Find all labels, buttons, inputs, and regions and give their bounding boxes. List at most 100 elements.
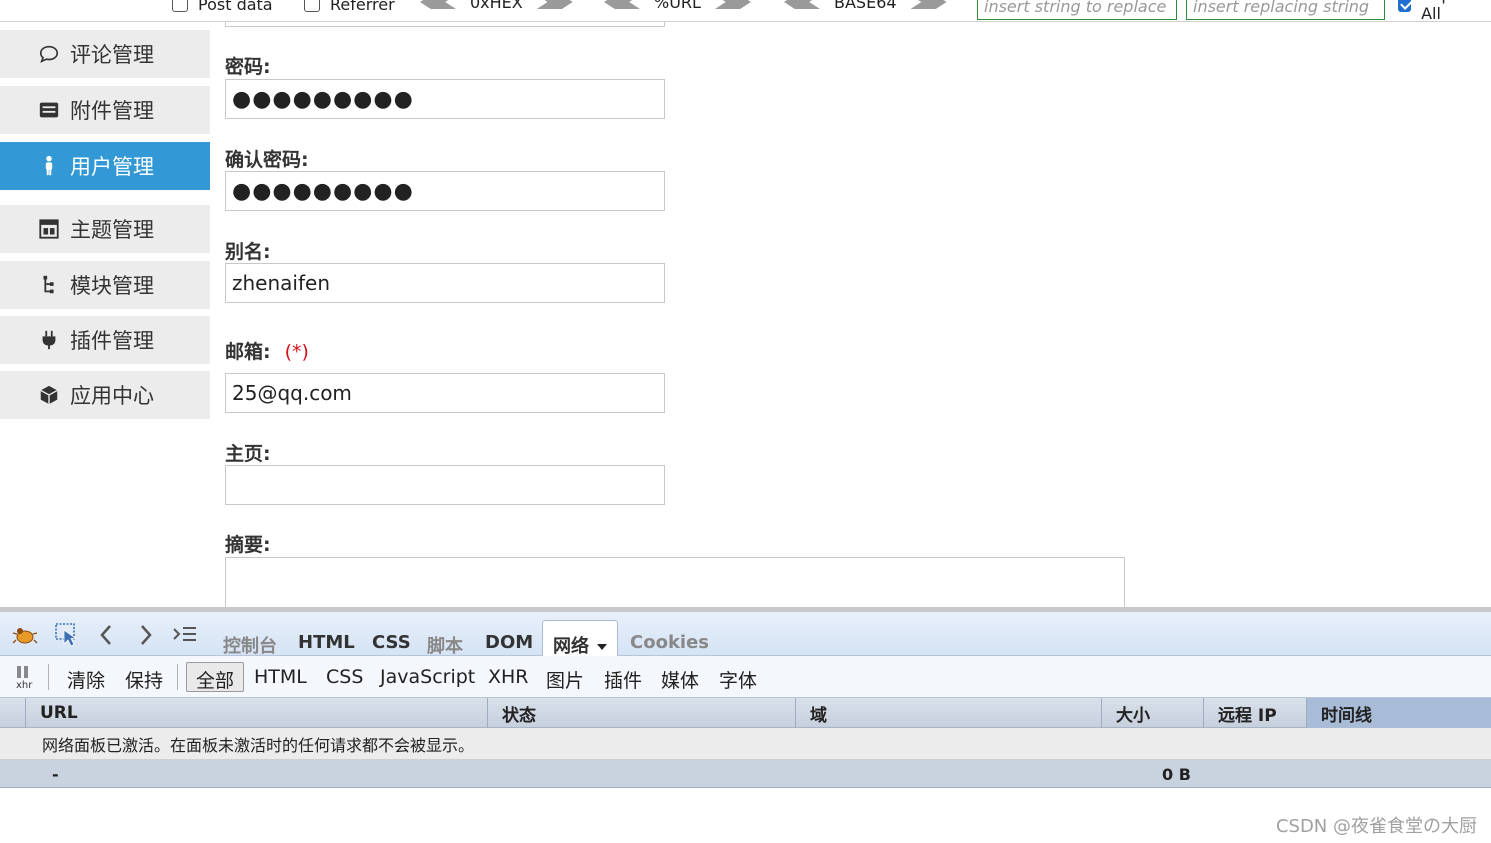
- arrow-left-icon[interactable]: [784, 0, 820, 9]
- net-summary-row: - 0 B: [0, 760, 1491, 788]
- referrer-checkbox-box[interactable]: [304, 0, 320, 12]
- tab-cookies[interactable]: Cookies: [630, 632, 709, 653]
- required-marker: (*): [284, 341, 309, 363]
- homepage-label: 主页:: [225, 443, 271, 465]
- tab-script[interactable]: 脚本: [427, 632, 463, 658]
- chevron-down-icon[interactable]: [597, 644, 607, 650]
- sidebar-item-modules[interactable]: 模块管理: [0, 261, 210, 309]
- sidebar-item-themes[interactable]: 主题管理: [0, 205, 210, 253]
- arrow-right-icon[interactable]: [536, 0, 573, 9]
- post-data-label: Post data: [198, 0, 273, 14]
- inspect-element-icon[interactable]: [54, 622, 80, 648]
- tab-net-label: 网络: [553, 636, 589, 657]
- xhr-breakpoint-icon[interactable]: xhr: [14, 664, 38, 691]
- url-label: %URL: [654, 0, 701, 12]
- watermark: CSDN @夜雀食堂の大厨: [1275, 816, 1477, 837]
- clear-button[interactable]: 清除: [67, 666, 105, 693]
- homepage-field[interactable]: [225, 465, 665, 505]
- comment-icon: [38, 43, 60, 65]
- command-line-icon[interactable]: [172, 622, 198, 648]
- filter-html[interactable]: HTML: [254, 666, 307, 688]
- confirm-password-field[interactable]: ●●●●●●●●●: [225, 171, 665, 211]
- replace-input[interactable]: insert string to replace: [977, 0, 1177, 20]
- email-label-text: 邮箱:: [225, 341, 271, 363]
- sidebar-item-users[interactable]: 用户管理: [0, 142, 210, 190]
- arrow-left-icon[interactable]: [604, 0, 640, 9]
- xhr-icon-text: xhr: [16, 680, 33, 690]
- sidebar-item-label: 用户管理: [70, 155, 154, 179]
- arrow-left-icon[interactable]: [420, 0, 456, 9]
- persist-button[interactable]: 保持: [125, 666, 163, 693]
- referrer-label: Referrer: [330, 0, 395, 14]
- hackbar-toolbar: Post data Referrer 0xHEX %URL BASE64 ins…: [0, 0, 1491, 22]
- firebug-panel: 控制台 HTML CSS 脚本 DOM 网络 Cookies xhr 清除 保持…: [0, 607, 1491, 788]
- sidebar-item-app-center[interactable]: 应用中心: [0, 371, 210, 419]
- sidebar-item-label: 评论管理: [70, 43, 154, 67]
- replace-all-checkbox[interactable]: Replace All: [1398, 0, 1491, 21]
- hex-label: 0xHEX: [470, 0, 523, 12]
- filter-xhr[interactable]: XHR: [488, 666, 529, 688]
- sidebar-item-label: 应用中心: [70, 384, 154, 408]
- arrow-right-icon[interactable]: [714, 0, 751, 9]
- separator: [177, 664, 178, 690]
- net-filter-bar: xhr 清除 保持 全部 HTML CSS JavaScript XHR 图片 …: [0, 656, 1491, 698]
- replacing-input[interactable]: insert replacing string: [1186, 0, 1385, 20]
- email-field[interactable]: 25@qq.com: [225, 373, 665, 413]
- email-label: 邮箱: (*): [225, 337, 309, 364]
- net-table-header: URL 状态 域 大小 远程 IP 时间线: [0, 698, 1491, 728]
- sidebar-item-plugins[interactable]: 插件管理: [0, 316, 210, 364]
- filter-media[interactable]: 媒体: [661, 666, 699, 693]
- password-label: 密码:: [225, 56, 271, 78]
- back-icon[interactable]: [94, 622, 120, 648]
- filter-css[interactable]: CSS: [326, 666, 363, 688]
- post-data-checkbox[interactable]: Post data: [172, 0, 273, 14]
- layout-icon: [38, 218, 60, 240]
- sidebar-item-attachments[interactable]: 附件管理: [0, 86, 210, 134]
- column-url[interactable]: URL: [25, 698, 487, 728]
- column-size[interactable]: 大小: [1101, 698, 1203, 728]
- previous-field-edge: [225, 22, 665, 27]
- referrer-checkbox[interactable]: Referrer: [304, 0, 395, 14]
- password-field[interactable]: ●●●●●●●●●: [225, 79, 665, 119]
- base64-label: BASE64: [834, 0, 897, 12]
- net-activated-message: 网络面板已激活。在面板未激活时的任何请求都不会被显示。: [0, 728, 1491, 760]
- column-remote-ip[interactable]: 远程 IP: [1203, 698, 1306, 728]
- filter-all[interactable]: 全部: [186, 662, 245, 692]
- alias-field[interactable]: zhenaifen: [225, 263, 665, 303]
- filter-javascript[interactable]: JavaScript: [380, 666, 475, 688]
- tab-console[interactable]: 控制台: [223, 632, 277, 658]
- base64-control[interactable]: BASE64: [784, 0, 947, 12]
- summary-request-count: -: [52, 765, 59, 784]
- sidebar-item-label: 附件管理: [70, 99, 154, 123]
- tab-html[interactable]: HTML: [298, 632, 355, 653]
- filter-images[interactable]: 图片: [546, 666, 584, 693]
- replace-all-checkbox-box[interactable]: [1398, 0, 1412, 12]
- summary-total-size: 0 B: [1162, 765, 1191, 784]
- sidebar-item-label: 插件管理: [70, 329, 154, 353]
- tab-net[interactable]: 网络: [542, 620, 618, 661]
- confirm-password-label: 确认密码:: [225, 149, 309, 171]
- url-encode-control[interactable]: %URL: [604, 0, 751, 12]
- user-icon: [38, 155, 60, 177]
- column-status[interactable]: 状态: [487, 698, 795, 728]
- column-timeline[interactable]: 时间线: [1306, 698, 1491, 728]
- alias-label: 别名:: [225, 241, 271, 263]
- tab-dom[interactable]: DOM: [485, 632, 533, 653]
- post-data-checkbox-box[interactable]: [172, 0, 188, 12]
- separator: [48, 664, 49, 690]
- firebug-bug-icon[interactable]: [12, 622, 38, 648]
- replace-all-label: Replace All: [1421, 0, 1484, 22]
- arrow-right-icon[interactable]: [910, 0, 947, 9]
- sidebar-item-comments[interactable]: 评论管理: [0, 30, 210, 78]
- column-domain[interactable]: 域: [795, 698, 1101, 728]
- sitemap-icon: [38, 274, 60, 296]
- tab-css[interactable]: CSS: [372, 632, 411, 653]
- filter-plugins[interactable]: 插件: [604, 666, 642, 693]
- summary-label: 摘要:: [225, 534, 271, 556]
- filter-fonts[interactable]: 字体: [719, 666, 757, 693]
- hex-encode-control[interactable]: 0xHEX: [420, 0, 573, 12]
- sidebar-item-label: 主题管理: [70, 218, 154, 242]
- plug-icon: [38, 329, 60, 351]
- firebug-toolbar: 控制台 HTML CSS 脚本 DOM 网络 Cookies: [0, 607, 1491, 661]
- forward-icon[interactable]: [132, 622, 158, 648]
